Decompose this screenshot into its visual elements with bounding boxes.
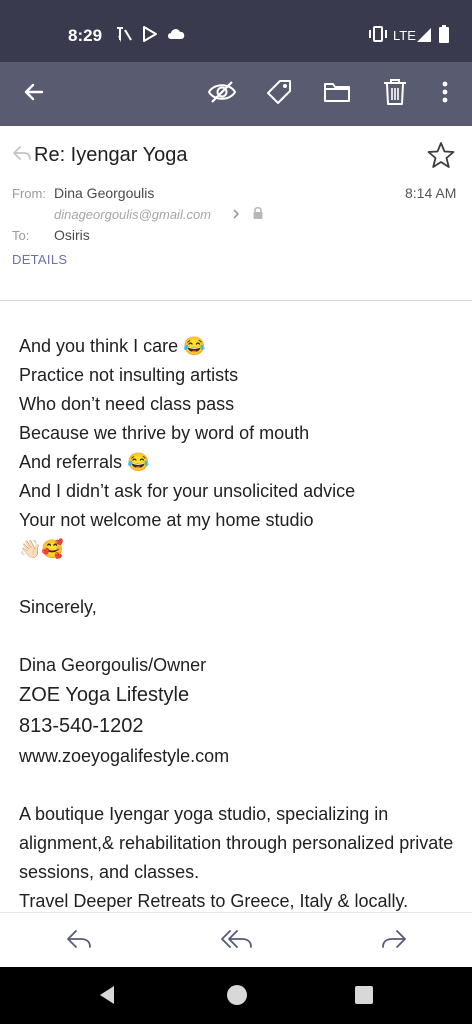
system-nav-bar — [0, 967, 472, 1024]
message-action-bar — [0, 912, 472, 967]
message-time: 8:14 AM — [405, 185, 457, 201]
sign-off: Sincerely, — [19, 597, 97, 617]
signature-company: ZOE Yoga Lifestyle — [19, 684, 190, 706]
vibrate-icon — [367, 24, 389, 49]
delete-button[interactable] — [375, 74, 415, 114]
reply-icon — [65, 927, 93, 956]
from-label: From: — [12, 186, 46, 201]
body-line: And I didn’t ask for your unsolicited ad… — [19, 481, 356, 501]
forward-icon — [380, 927, 408, 956]
studio-description: A boutique Iyengar yoga studio, speciali… — [19, 804, 454, 882]
details-link[interactable]: DETAILS — [12, 252, 67, 267]
chevron-right-icon[interactable] — [231, 206, 241, 227]
body-line: Who don’t need class pass — [19, 394, 235, 414]
hide-button[interactable] — [202, 74, 242, 114]
more-vert-icon — [441, 80, 449, 109]
nav-home-icon[interactable] — [225, 983, 249, 1012]
back-arrow-icon — [22, 80, 46, 109]
network-type: LTE — [393, 28, 416, 43]
status-time: 8:29 — [68, 26, 103, 45]
body-line: Your not welcome at my home studio — [19, 510, 314, 530]
sender-name[interactable]: Dina Georgoulis — [54, 185, 154, 201]
reply-all-icon — [220, 927, 254, 956]
status-bar: 8:29 ᛆ LTE — [0, 0, 472, 62]
reply-all-button[interactable] — [218, 925, 256, 957]
translate-icon: ᛆ — [114, 24, 134, 49]
move-to-folder-button[interactable] — [317, 74, 357, 114]
play-store-icon — [141, 24, 159, 49]
label-button[interactable] — [259, 74, 299, 114]
nav-recents-icon[interactable] — [354, 985, 374, 1010]
signature-phone[interactable]: 813-540-1202 — [19, 711, 459, 742]
lock-icon — [252, 206, 264, 225]
body-line: Because we thrive by word of mouth — [19, 423, 310, 443]
sender-email[interactable]: dinageorgoulis@gmail.com — [54, 207, 211, 222]
to-label: To: — [12, 228, 30, 243]
body-line: 👋🏻🥰 — [19, 539, 64, 559]
reply-indicator-icon — [12, 145, 32, 166]
battery-icon — [438, 24, 450, 49]
forward-button[interactable] — [378, 925, 410, 957]
star-icon — [426, 142, 456, 174]
body-line: And referrals 😂 — [19, 452, 150, 472]
message-header: Re: Iyengar Yoga From: Dina Georgoulis 8… — [0, 126, 472, 301]
subject-row: Re: Iyengar Yoga — [12, 144, 187, 167]
signature-url[interactable]: www.zoeyogalifestyle.com — [19, 742, 459, 771]
reply-button[interactable] — [63, 925, 95, 957]
message-subject: Re: Iyengar Yoga — [34, 144, 188, 166]
retreats-text: Travel Deeper Retreats to Greece, Italy … — [19, 891, 409, 911]
signature-name: Dina Georgoulis/Owner — [19, 655, 207, 675]
star-button[interactable] — [426, 140, 456, 175]
signal-icon — [416, 24, 432, 49]
body-line: Practice not insulting artists — [19, 365, 239, 385]
more-options-button[interactable] — [425, 74, 465, 114]
body-line: And you think I care 😂 — [19, 336, 206, 356]
trash-icon — [382, 77, 408, 112]
cloud-icon — [166, 24, 188, 49]
folder-icon — [323, 80, 351, 109]
nav-back-icon[interactable] — [97, 984, 117, 1011]
message-body: And you think I care 😂 Practice not insu… — [19, 332, 459, 912]
label-icon — [265, 78, 293, 111]
hide-icon — [207, 79, 237, 110]
back-button[interactable] — [14, 74, 54, 114]
app-bar — [0, 62, 472, 126]
recipient-name[interactable]: Osiris — [54, 227, 90, 243]
